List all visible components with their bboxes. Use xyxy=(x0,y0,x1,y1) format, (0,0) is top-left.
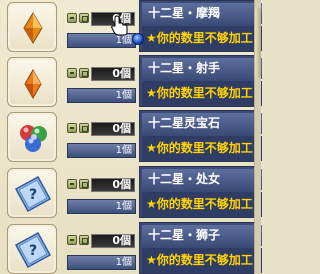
item-name: 十二星・处女 xyxy=(142,169,262,190)
quantity-field[interactable]: 0個 xyxy=(91,122,135,136)
required-amount: 1個 xyxy=(67,255,136,270)
scrollbar-thumb[interactable] xyxy=(255,8,261,78)
scrollbar[interactable] xyxy=(254,0,261,274)
blue-question-card-icon: ? xyxy=(14,231,52,269)
item-icon-frame[interactable] xyxy=(7,57,57,107)
list-item[interactable]: ? 0個 1個 十二星・处女 ★你的数里不够加工 xyxy=(7,166,262,218)
item-name: 十二星・狮子 xyxy=(142,225,262,246)
item-info: 十二星・摩羯 ★你的数里不够加工 xyxy=(139,0,262,52)
decrease-button[interactable] xyxy=(67,123,77,133)
blue-question-card-icon: ? xyxy=(14,175,52,213)
decrease-button[interactable] xyxy=(67,235,77,245)
tricolor-gems-icon xyxy=(20,125,47,152)
item-info: 十二星灵宝石 ★你的数里不够加工 xyxy=(139,110,262,162)
increase-button[interactable] xyxy=(79,68,89,78)
required-amount: 1個 xyxy=(67,88,136,103)
blue-orb-icon xyxy=(132,33,144,45)
increase-button[interactable] xyxy=(79,235,89,245)
item-name: 十二星・摩羯 xyxy=(142,3,262,24)
quantity-field[interactable]: 0個 xyxy=(91,234,135,248)
warning-text: ★你的数里不够加工 xyxy=(142,248,262,273)
required-amount: 1個 xyxy=(67,199,136,214)
quantity-field[interactable]: 0個 xyxy=(91,67,135,81)
item-icon-frame[interactable] xyxy=(7,2,57,52)
list-item[interactable]: 0個 1個 十二星灵宝石 ★你的数里不够加工 xyxy=(7,110,262,162)
warning-text: ★你的数里不够加工 xyxy=(142,192,262,217)
decrease-button[interactable] xyxy=(67,68,77,78)
warning-text: ★你的数里不够加工 xyxy=(142,136,262,161)
orange-diamond-icon xyxy=(23,12,43,44)
svg-text:?: ? xyxy=(29,187,37,203)
decrease-button[interactable] xyxy=(67,13,77,23)
increase-button[interactable] xyxy=(79,179,89,189)
required-amount: 1個 xyxy=(67,143,136,158)
list-item[interactable]: ? 0個 1個 十二星・狮子 ★你的数里不够加工 xyxy=(7,222,262,274)
increase-button[interactable] xyxy=(79,13,89,23)
increase-button[interactable] xyxy=(79,123,89,133)
item-info: 十二星・射手 ★你的数里不够加工 xyxy=(139,55,262,107)
orange-diamond-icon xyxy=(24,68,42,100)
item-info: 十二星・处女 ★你的数里不够加工 xyxy=(139,166,262,218)
item-info: 十二星・狮子 ★你的数里不够加工 xyxy=(139,222,262,274)
warning-text: ★你的数里不够加工 xyxy=(142,81,262,106)
item-icon-frame[interactable] xyxy=(7,112,57,162)
svg-text:?: ? xyxy=(29,243,37,259)
item-name: 十二星・射手 xyxy=(142,58,262,79)
warning-text: ★你的数里不够加工 xyxy=(142,26,262,51)
crafting-list-panel: 0個 1個 十二星・摩羯 ★你的数里不够加工 0個 1個 十二星・射手 ★你的数… xyxy=(0,0,262,274)
hand-cursor-icon xyxy=(111,15,128,36)
item-icon-frame[interactable]: ? xyxy=(7,168,57,218)
list-item[interactable]: 0個 1個 十二星・摩羯 ★你的数里不够加工 xyxy=(7,0,262,52)
decrease-button[interactable] xyxy=(67,179,77,189)
list-item[interactable]: 0個 1個 十二星・射手 ★你的数里不够加工 xyxy=(7,55,262,107)
item-name: 十二星灵宝石 xyxy=(142,113,262,134)
item-icon-frame[interactable]: ? xyxy=(7,224,57,274)
quantity-field[interactable]: 0個 xyxy=(91,178,135,192)
